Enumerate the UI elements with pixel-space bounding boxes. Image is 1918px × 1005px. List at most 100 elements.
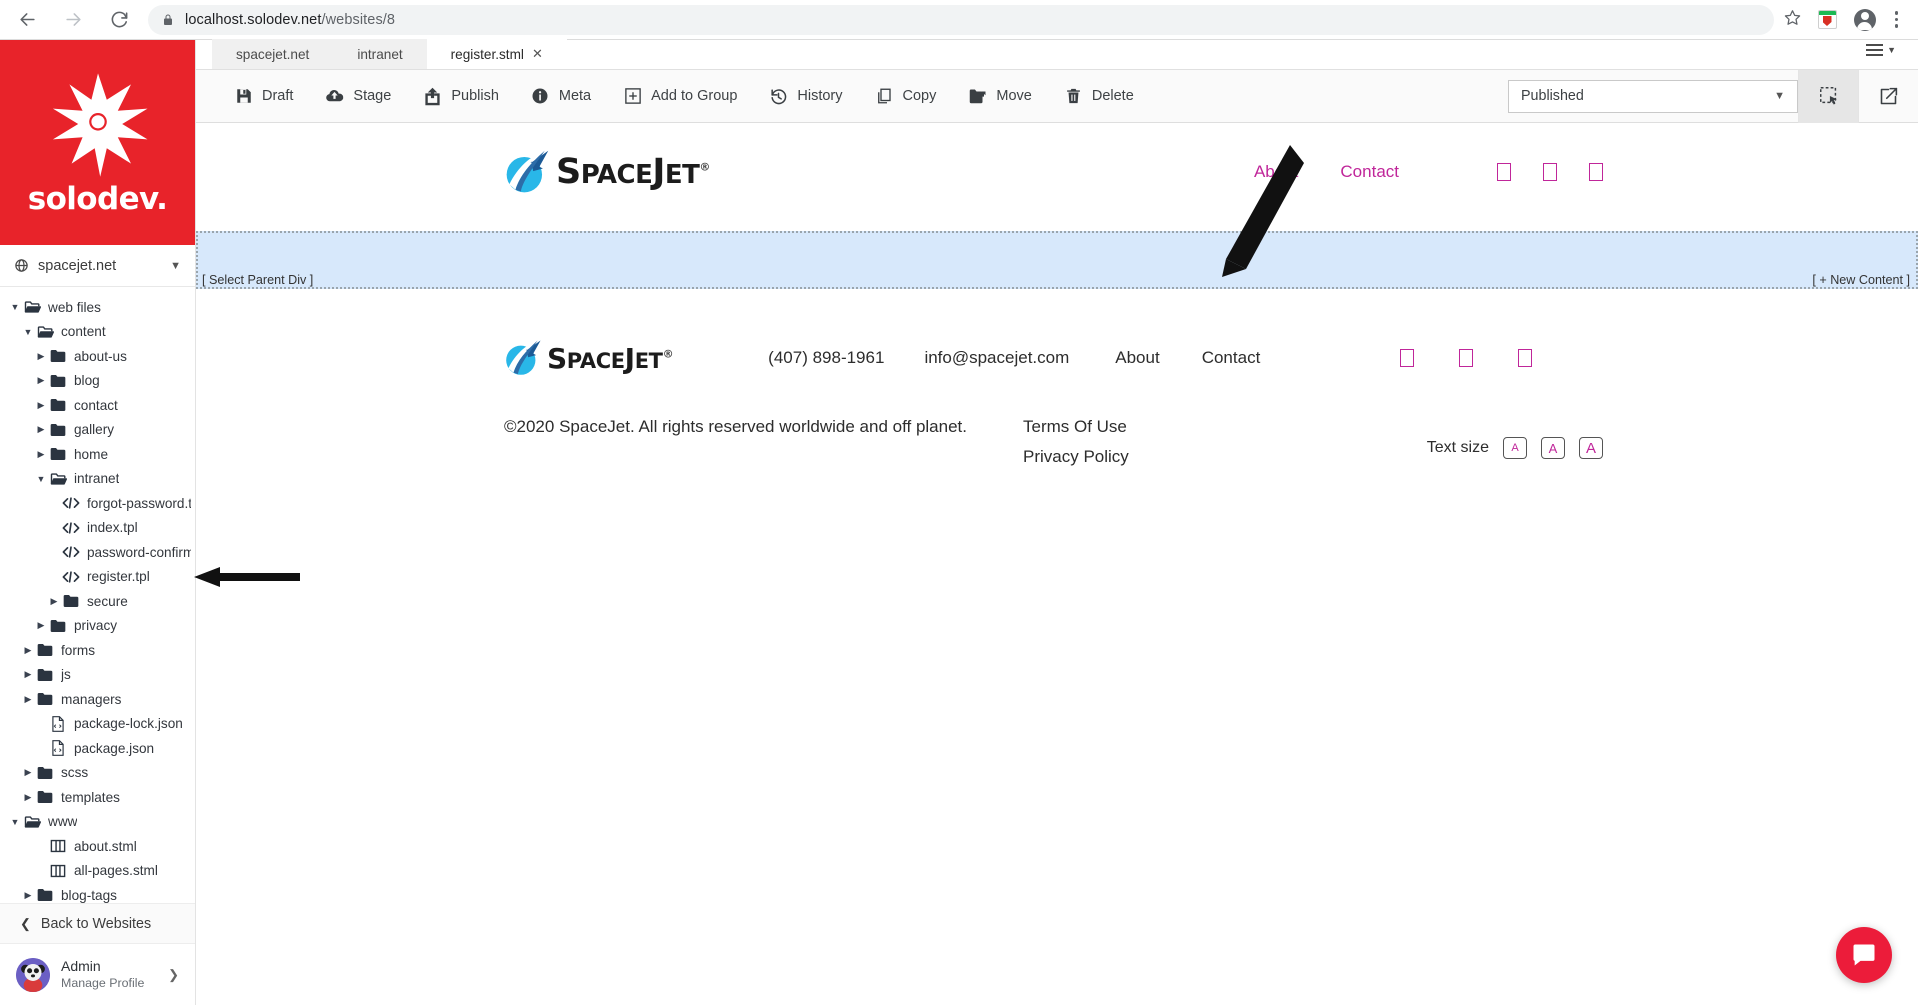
caret-collapsed-icon[interactable] xyxy=(34,449,48,460)
reload-button[interactable] xyxy=(106,7,132,33)
caret-collapsed-icon[interactable] xyxy=(21,645,35,656)
caret-collapsed-icon[interactable] xyxy=(34,424,48,435)
select-parent-div-link[interactable]: [ Select Parent Div ] xyxy=(202,273,313,287)
footer-link-contact[interactable]: Contact xyxy=(1202,348,1261,368)
caret-expanded-icon[interactable] xyxy=(8,302,22,312)
missing-glyph-icon[interactable] xyxy=(1459,349,1474,367)
caret-expanded-icon[interactable] xyxy=(21,327,35,337)
tree-node-privacy[interactable]: privacy xyxy=(0,614,195,639)
tree-node-label: scss xyxy=(61,765,89,781)
nav-link-contact[interactable]: Contact xyxy=(1340,162,1399,182)
missing-glyph-icon[interactable] xyxy=(1497,163,1511,181)
tree-node-web-files[interactable]: web files xyxy=(0,295,195,320)
caret-expanded-icon[interactable] xyxy=(34,474,48,484)
toolbar-stage-button[interactable]: Stage xyxy=(309,70,407,123)
caret-collapsed-icon[interactable] xyxy=(34,400,48,411)
forward-button[interactable] xyxy=(60,7,86,33)
missing-glyph-icon[interactable] xyxy=(1400,349,1415,367)
bookmark-star-icon[interactable] xyxy=(1784,9,1801,31)
footer-phone[interactable]: (407) 898-1961 xyxy=(768,348,884,368)
file-tab-register-stml[interactable]: register.stml ✕ xyxy=(426,39,567,69)
text-size-medium-button[interactable]: A xyxy=(1541,437,1565,459)
tree-node-all-pages-stml[interactable]: all-pages.stml xyxy=(0,859,195,884)
missing-glyph-icon[interactable] xyxy=(1589,163,1603,181)
tree-node-about-stml[interactable]: about.stml xyxy=(0,834,195,859)
extension-icon[interactable] xyxy=(1817,10,1837,29)
toolbar-delete-button[interactable]: Delete xyxy=(1048,70,1150,123)
tree-node-forgot-password-tpl[interactable]: forgot-password.tpl xyxy=(0,491,195,516)
tree-node-js[interactable]: js xyxy=(0,663,195,688)
profile-avatar-icon[interactable] xyxy=(1853,8,1876,31)
tree-node-package-json[interactable]: package.json xyxy=(0,736,195,761)
missing-glyph-icon[interactable] xyxy=(1518,349,1533,367)
nav-link-about[interactable]: About xyxy=(1254,162,1298,182)
file-tab-intranet[interactable]: intranet xyxy=(333,39,427,69)
caret-collapsed-icon[interactable] xyxy=(34,620,48,631)
caret-expanded-icon[interactable] xyxy=(8,817,22,827)
publish-status-value: Published xyxy=(1521,88,1584,104)
caret-collapsed-icon[interactable] xyxy=(21,694,35,705)
chrome-menu-icon[interactable] xyxy=(1893,11,1901,28)
toolbar-meta-button[interactable]: Meta xyxy=(515,70,607,123)
tree-node-intranet[interactable]: intranet xyxy=(0,467,195,492)
tree-node-contact[interactable]: contact xyxy=(0,393,195,418)
text-size-large-button[interactable]: A xyxy=(1579,437,1603,459)
selected-editable-region[interactable]: [ Select Parent Div ] [ + New Content ] xyxy=(196,231,1918,289)
tree-node-scss[interactable]: scss xyxy=(0,761,195,786)
tree-node-package-lock-json[interactable]: package-lock.json xyxy=(0,712,195,737)
publish-status-select[interactable]: Published ▼ xyxy=(1508,79,1798,113)
toolbar-history-button[interactable]: History xyxy=(753,70,858,123)
tree-node-index-tpl[interactable]: index.tpl xyxy=(0,516,195,541)
caret-collapsed-icon[interactable] xyxy=(34,375,48,386)
tree-node-home[interactable]: home xyxy=(0,442,195,467)
caret-collapsed-icon[interactable] xyxy=(47,596,61,607)
json-file-icon xyxy=(48,740,68,757)
toolbar-add-to-group-button[interactable]: Add to Group xyxy=(607,70,753,123)
tree-node-about-us[interactable]: about-us xyxy=(0,344,195,369)
select-region-button[interactable] xyxy=(1798,69,1858,123)
file-tree[interactable]: web files content about-us blog contact galle… xyxy=(0,287,195,903)
tree-node-forms[interactable]: forms xyxy=(0,638,195,663)
toolbar-draft-button[interactable]: Draft xyxy=(218,70,309,123)
tree-node-secure[interactable]: secure xyxy=(0,589,195,614)
text-size-small-button[interactable]: A xyxy=(1503,437,1527,459)
tree-node-register-tpl[interactable]: register.tpl xyxy=(0,565,195,590)
site-selector[interactable]: spacejet.net ▼ xyxy=(0,245,195,287)
open-in-new-tab-button[interactable] xyxy=(1858,69,1918,123)
address-bar[interactable]: localhost.solodev.net/websites/8 xyxy=(148,4,1774,35)
caret-collapsed-icon[interactable] xyxy=(21,669,35,680)
caret-collapsed-icon[interactable] xyxy=(21,890,35,901)
caret-collapsed-icon[interactable] xyxy=(21,792,35,803)
back-to-websites-link[interactable]: ❮ Back to Websites xyxy=(0,903,195,943)
privacy-policy-link[interactable]: Privacy Policy xyxy=(1023,447,1129,467)
tree-node-password-confirm-tpl[interactable]: password-confirm.tpl xyxy=(0,540,195,565)
close-icon[interactable]: ✕ xyxy=(532,46,543,62)
footer-spacejet-logo[interactable]: SPACEJET® xyxy=(504,339,674,377)
tree-node-content[interactable]: content xyxy=(0,320,195,345)
user-profile-row[interactable]: Admin Manage Profile ❯ xyxy=(0,943,195,1005)
footer-link-about[interactable]: About xyxy=(1115,348,1159,368)
tree-node-blog[interactable]: blog xyxy=(0,369,195,394)
footer-email[interactable]: info@spacejet.com xyxy=(924,348,1069,368)
caret-collapsed-icon[interactable] xyxy=(21,767,35,778)
tree-node-gallery[interactable]: gallery xyxy=(0,418,195,443)
file-tab-bar[interactable]: spacejet.net intranet register.stml ✕ ▼ xyxy=(196,39,1918,70)
tab-options-menu[interactable]: ▼ xyxy=(1866,44,1896,56)
caret-collapsed-icon[interactable] xyxy=(34,351,48,362)
toolbar-copy-button[interactable]: Copy xyxy=(859,70,953,123)
file-tab-spacejet-net[interactable]: spacejet.net xyxy=(212,39,334,69)
missing-glyph-icon[interactable] xyxy=(1543,163,1557,181)
solodev-logo[interactable]: solodev. xyxy=(0,40,195,245)
folder-icon xyxy=(35,668,55,682)
tree-node-www[interactable]: www xyxy=(0,810,195,835)
back-button[interactable] xyxy=(14,7,40,33)
new-content-link[interactable]: [ + New Content ] xyxy=(1812,273,1910,287)
tree-node-managers[interactable]: managers xyxy=(0,687,195,712)
terms-of-use-link[interactable]: Terms Of Use xyxy=(1023,417,1129,437)
tree-node-templates[interactable]: templates xyxy=(0,785,195,810)
tree-node-blog-tags[interactable]: blog-tags xyxy=(0,883,195,903)
chat-launcher-button[interactable] xyxy=(1836,927,1892,983)
toolbar-move-button[interactable]: Move xyxy=(952,70,1047,123)
toolbar-publish-button[interactable]: Publish xyxy=(407,70,515,123)
spacejet-logo[interactable]: SPACEJET® xyxy=(504,149,710,195)
